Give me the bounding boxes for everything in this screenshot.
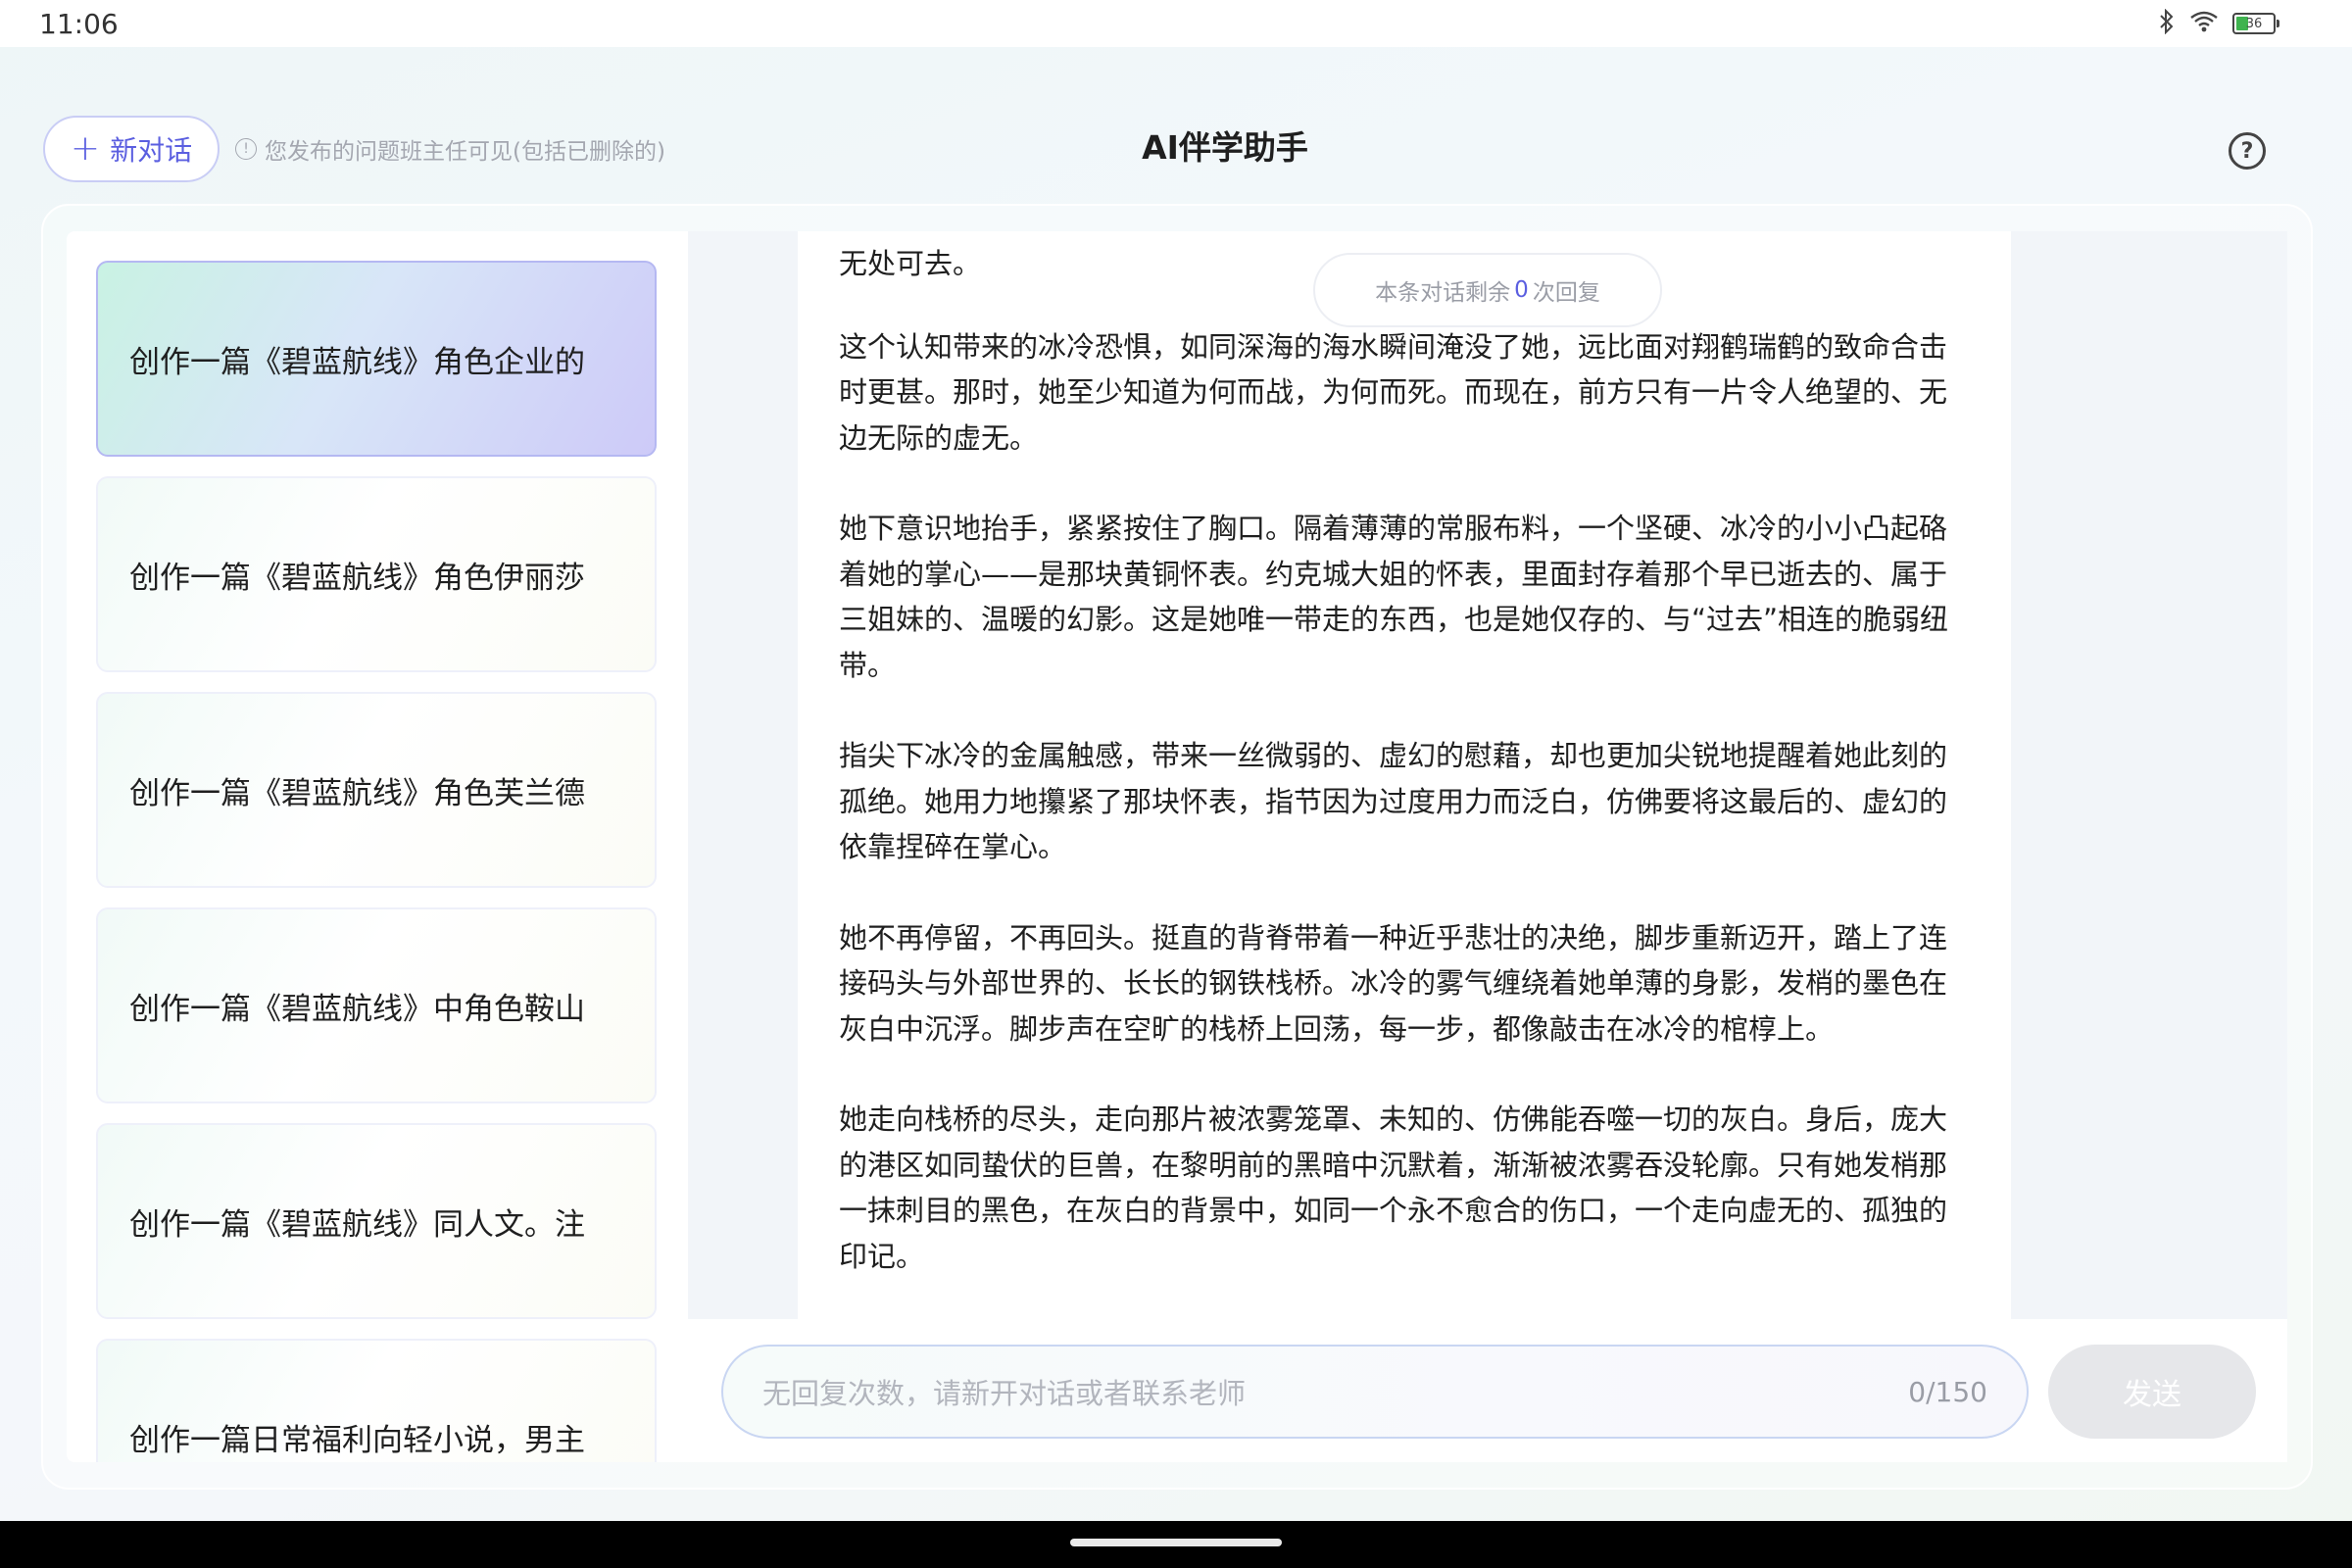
message-paragraph: 她不再停留，不再回头。挺直的背脊带着一种近乎悲壮的决绝，脚步重新迈开，踏上了连接… xyxy=(839,920,1948,1046)
conversation-list[interactable]: 创作一篇《碧蓝航线》角色企业的 创作一篇《碧蓝航线》角色伊丽莎 创作一篇《碧蓝航… xyxy=(67,231,688,1462)
chat-area[interactable]: 无处可去。 这个认知带来的冰冷恐惧，如同深海的海水瞬间淹没了她，远比面对翔鹤瑞鹤… xyxy=(688,231,2287,1319)
message-input-placeholder: 无回复次数，请新开对话或者联系老师 xyxy=(762,1377,1247,1410)
message-paragraph: 这个认知带来的冰冷恐惧，如同深海的海水瞬间淹没了她，远比面对翔鹤瑞鹤的致命合击时… xyxy=(839,329,1948,455)
help-icon[interactable]: ? xyxy=(2229,132,2266,170)
message-paragraph: 她走向栈桥的尽头，走向那片被浓雾笼罩、未知的、仿佛能吞噬一切的灰白。身后，庞大的… xyxy=(839,1102,1948,1273)
message-paragraph: 指尖下冰冷的金属触感，带来一丝微弱的、虚幻的慰藉，却也更加尖锐地提醒着她此刻的孤… xyxy=(839,739,1948,863)
remaining-replies-badge: 本条对话剩余 0 次回复 xyxy=(1313,253,1662,327)
conversation-item[interactable]: 创作一篇《碧蓝航线》角色伊丽莎 xyxy=(96,476,657,672)
conversation-item-label: 创作一篇《碧蓝航线》角色伊丽莎 xyxy=(129,560,585,596)
status-icons: 36 xyxy=(2158,8,2279,39)
remaining-count: 0 xyxy=(1514,277,1529,303)
battery-level: 36 xyxy=(2245,16,2263,31)
conversation-item[interactable]: 创作一篇《碧蓝航线》中角色鞍山 xyxy=(96,907,657,1103)
input-bar: 无回复次数，请新开对话或者联系老师 0/150 发送 xyxy=(688,1319,2287,1462)
send-button[interactable]: 发送 xyxy=(2048,1345,2256,1439)
battery-icon: 36 xyxy=(2232,13,2279,34)
message-input[interactable]: 无回复次数，请新开对话或者联系老师 0/150 xyxy=(721,1345,2029,1439)
conversation-item[interactable]: 创作一篇《碧蓝航线》角色芙兰德 xyxy=(96,692,657,888)
conversation-item-label: 创作一篇《碧蓝航线》角色企业的 xyxy=(129,344,585,380)
remaining-suffix: 次回复 xyxy=(1532,280,1600,306)
ai-message: 无处可去。 这个认知带来的冰冷恐惧，如同深海的海水瞬间淹没了她，远比面对翔鹤瑞鹤… xyxy=(798,231,2011,1319)
page-title: AI伴学助手 xyxy=(1142,128,1308,167)
conversation-item-label: 创作一篇《碧蓝航线》同人文。注 xyxy=(129,1206,585,1243)
conversation-item-label: 创作一篇《碧蓝航线》中角色鞍山 xyxy=(129,991,585,1027)
status-bar: 11:06 36 xyxy=(0,0,2352,47)
char-counter: 0/150 xyxy=(1908,1375,1987,1408)
remaining-prefix: 本条对话剩余 xyxy=(1375,280,1511,306)
home-gesture-handle[interactable] xyxy=(1070,1539,1282,1546)
system-nav-bar xyxy=(0,1521,2352,1568)
message-paragraph: 她下意识地抬手，紧紧按住了胸口。隔着薄薄的常服布料，一个坚硬、冰冷的小小凸起硌着… xyxy=(839,512,1949,682)
conversation-item[interactable]: 创作一篇《碧蓝航线》同人文。注 xyxy=(96,1123,657,1319)
status-time: 11:06 xyxy=(39,8,119,40)
conversation-item[interactable]: 创作一篇日常福利向轻小说，男主 xyxy=(96,1339,657,1462)
wifi-icon xyxy=(2189,10,2219,37)
conversation-item-label: 创作一篇日常福利向轻小说，男主 xyxy=(129,1422,585,1458)
conversation-item-label: 创作一篇《碧蓝航线》角色芙兰德 xyxy=(129,775,585,811)
bluetooth-icon xyxy=(2158,8,2176,38)
conversation-item[interactable]: 创作一篇《碧蓝航线》角色企业的 xyxy=(96,261,657,457)
